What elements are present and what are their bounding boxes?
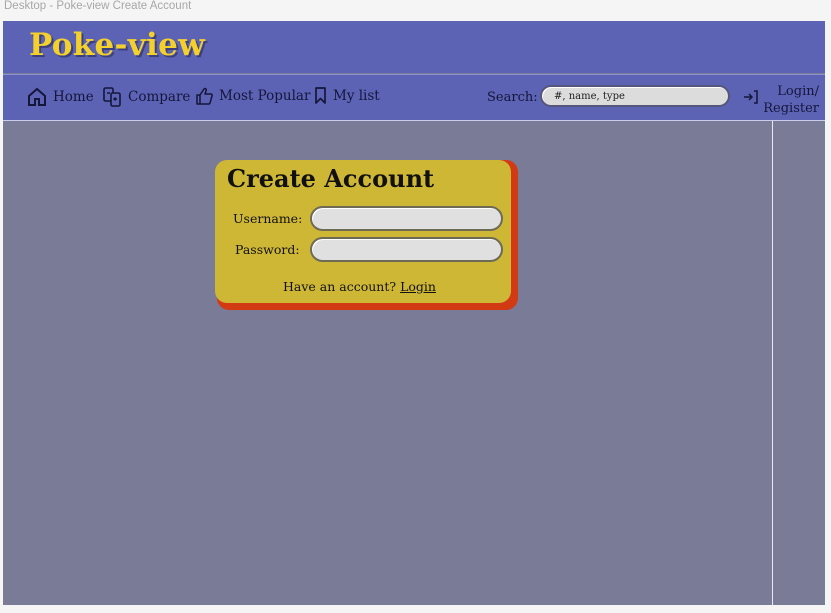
have-account-label: Have an account? (283, 279, 397, 294)
nav-item-label: Home (53, 89, 94, 105)
nav-item-label: Most Popular (219, 88, 311, 104)
card-title: Create Account (227, 164, 435, 193)
nav-item-label: Compare (128, 89, 191, 105)
nav-item-most-popular[interactable]: Most Popular (196, 87, 310, 105)
nav-item-home[interactable]: Home (27, 87, 94, 107)
home-icon (27, 87, 47, 107)
app-screen: Poke-view Home Compare Most Popular My l… (3, 21, 825, 605)
password-label: Password: (235, 242, 300, 257)
register-label: Register (763, 101, 819, 116)
search-input[interactable] (540, 85, 730, 107)
site-logo[interactable]: Poke-view (29, 27, 205, 63)
nav-item-compare[interactable]: Compare (103, 87, 190, 107)
login-link[interactable]: Login (400, 279, 436, 294)
header-bar: Poke-view (3, 21, 825, 73)
username-label: Username: (233, 211, 303, 226)
nav-item-label: My list (333, 87, 380, 104)
login-register-link[interactable]: Login/ Register (755, 83, 819, 117)
compare-icon (103, 87, 122, 107)
thumbs-up-icon (196, 87, 213, 105)
username-field[interactable] (310, 206, 503, 231)
divider-line (772, 121, 773, 605)
login-label: Login/ (777, 84, 819, 99)
bookmark-icon (314, 87, 327, 104)
frame-title: Desktop - Poke-view Create Account (4, 0, 192, 12)
create-account-card: Create Account Username: Password: Have … (215, 160, 511, 303)
password-field[interactable] (310, 237, 503, 262)
nav-item-my-list[interactable]: My list (314, 87, 380, 104)
have-account-text: Have an account? Login (283, 279, 436, 294)
nav-bar: Home Compare Most Popular My list Search… (3, 74, 825, 121)
search-label: Search: (487, 90, 538, 105)
